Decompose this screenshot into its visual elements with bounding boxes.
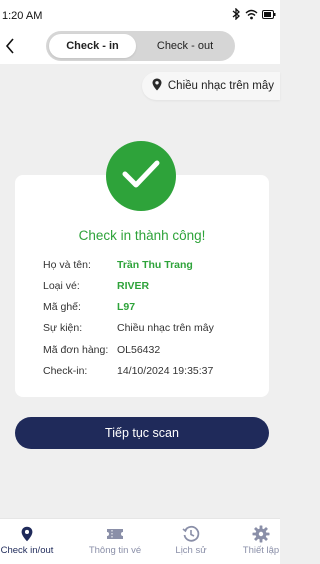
chevron-left-icon (5, 37, 15, 59)
status-time: 1:20 AM (2, 10, 43, 22)
info-value: RIVER (117, 280, 150, 292)
info-label: Sự kiện: (43, 322, 83, 334)
info-label: Loại vé: (43, 280, 80, 292)
location-pin-icon (0, 525, 62, 543)
checkin-checkout-toggle: Check - in Check - out (46, 31, 235, 61)
nav-label: Thông tin vé (88, 545, 142, 556)
info-label: Check-in: (43, 365, 88, 377)
info-value: Trần Thu Trang (117, 259, 193, 271)
event-selector[interactable]: Chiều nhạc trên mây (141, 72, 280, 100)
history-icon (156, 525, 226, 543)
info-label: Họ và tên: (43, 259, 91, 271)
wifi-icon (245, 9, 258, 20)
info-label: Mã ghế: (43, 301, 81, 313)
nav-label: Check in/out (0, 545, 54, 556)
success-title: Check in thành công! (78, 228, 206, 243)
nav-label: Lịch sử (175, 545, 207, 556)
bluetooth-icon (232, 8, 241, 20)
gear-icon (226, 525, 296, 543)
info-value: 14/10/2024 19:35:37 (117, 365, 214, 377)
info-value: OL56432 (117, 344, 161, 356)
nav-item-ticket-info[interactable]: Thông tin vé (80, 525, 150, 556)
continue-scan-button[interactable]: Tiếp tục scan (15, 417, 269, 449)
nav-label: Thiết lập (242, 545, 280, 556)
location-pin-icon (152, 78, 162, 94)
info-value: L97 (117, 301, 136, 313)
ticket-icon (80, 525, 150, 543)
status-icons (232, 8, 276, 20)
nav-item-settings[interactable]: Thiết lập (226, 525, 296, 556)
back-button[interactable] (0, 36, 20, 60)
header: Check - in Check - out (0, 28, 280, 64)
checkmark-icon (122, 159, 160, 194)
nav-item-history[interactable]: Lịch sử (156, 525, 226, 556)
battery-icon (262, 9, 276, 19)
info-label: Mã đơn hàng: (43, 344, 109, 356)
bottom-nav: Check in/out Thông tin vé Lịch sử Thiết … (0, 518, 280, 564)
tab-check-in[interactable]: Check - in (49, 34, 136, 58)
event-name: Chiều nhạc trên mây (167, 80, 274, 92)
nav-item-check-in-out[interactable]: Check in/out (0, 525, 62, 556)
info-value: Chiều nhạc trên mây (117, 322, 214, 334)
tab-check-out[interactable]: Check - out (138, 34, 232, 58)
success-badge (106, 141, 176, 211)
